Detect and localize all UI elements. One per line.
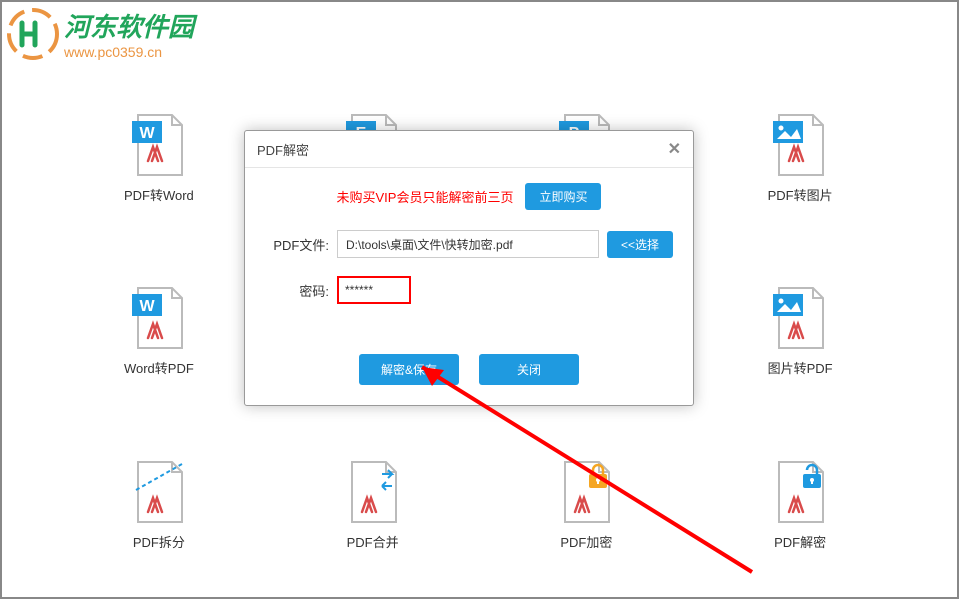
close-icon[interactable]: ✕ xyxy=(668,139,681,159)
dialog-header: PDF解密 ✕ xyxy=(245,131,693,168)
pdf-file-input[interactable] xyxy=(337,230,599,258)
decrypt-save-button[interactable]: 解密&保存 xyxy=(359,354,459,385)
dialog-overlay: PDF解密 ✕ 未购买VIP会员只能解密前三页 立即购买 PDF文件: <<选择… xyxy=(2,2,957,597)
password-label: 密码: xyxy=(265,281,337,300)
buy-vip-button[interactable]: 立即购买 xyxy=(525,183,601,210)
password-input[interactable] xyxy=(337,276,411,304)
dialog-title: PDF解密 xyxy=(257,140,309,159)
decrypt-dialog: PDF解密 ✕ 未购买VIP会员只能解密前三页 立即购买 PDF文件: <<选择… xyxy=(244,130,694,406)
vip-warning-text: 未购买VIP会员只能解密前三页 xyxy=(337,187,514,206)
close-button[interactable]: 关闭 xyxy=(479,354,579,385)
file-label: PDF文件: xyxy=(265,235,337,254)
select-file-button[interactable]: <<选择 xyxy=(607,231,673,258)
